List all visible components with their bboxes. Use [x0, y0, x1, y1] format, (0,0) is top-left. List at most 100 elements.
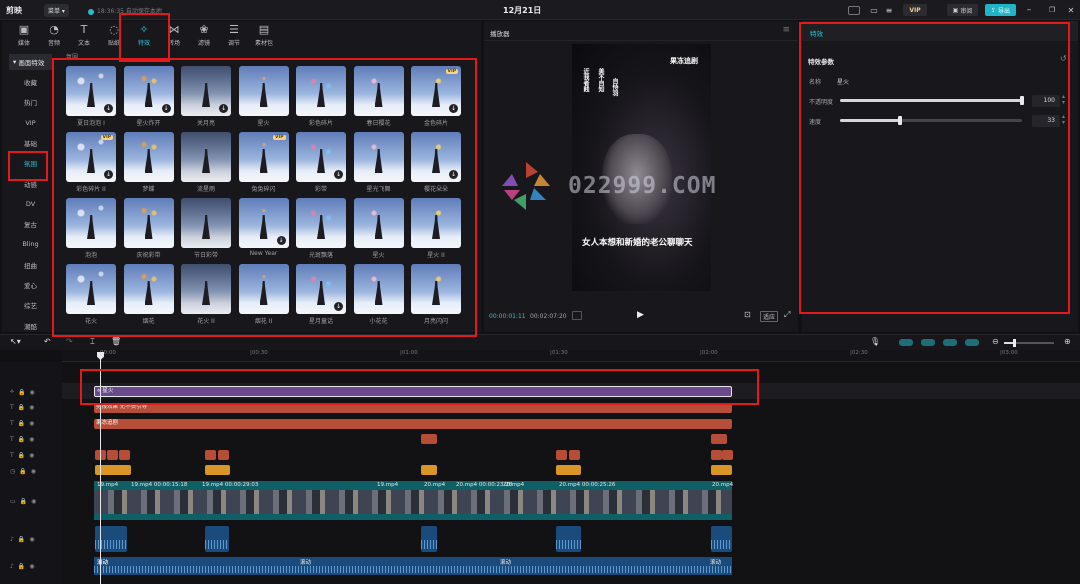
tab-adjust[interactable]: ☰ 调节 — [219, 21, 249, 49]
opacity-slider[interactable] — [840, 96, 1024, 105]
effect-thumbnail[interactable]: ↓ — [181, 66, 231, 116]
text-clip[interactable] — [569, 450, 580, 460]
visibility-icon[interactable]: ◉ — [31, 468, 36, 475]
effect-thumbnail[interactable]: VIP — [238, 132, 289, 182]
keyboard-icon[interactable] — [848, 6, 860, 15]
export-button[interactable]: ⇪ 导出 — [985, 4, 1016, 16]
lock-icon[interactable]: 🔒 — [18, 563, 25, 570]
download-icon[interactable]: ↓ — [276, 236, 286, 245]
text-clip[interactable] — [556, 450, 567, 460]
zoom-out-icon[interactable]: ⊖ — [992, 337, 999, 346]
sidebar-item[interactable]: 扭曲 — [9, 257, 52, 273]
effect-thumbnail[interactable]: ↓ — [296, 264, 346, 314]
visibility-icon[interactable]: ◉ — [31, 498, 36, 505]
visibility-icon[interactable]: ◉ — [29, 389, 34, 396]
vip-button[interactable]: VIP — [903, 4, 927, 16]
visibility-icon[interactable]: ◉ — [29, 420, 34, 427]
text-clip[interactable] — [722, 450, 733, 460]
effect-thumbnail[interactable]: ↓ — [123, 66, 174, 116]
preview-axis-icon[interactable] — [943, 339, 957, 346]
microphone-icon[interactable]: 🎙 — [870, 337, 880, 346]
effect-card[interactable]: ↓ 星月童话 — [296, 264, 346, 325]
effect-thumbnail[interactable]: ↓ — [296, 132, 346, 182]
effect-card[interactable]: 小花花 — [353, 264, 404, 325]
effect-thumbnail[interactable] — [123, 264, 174, 314]
menu-button[interactable]: 菜单 ▾ — [44, 4, 69, 17]
visibility-icon[interactable]: ◉ — [29, 404, 34, 411]
sticker-clip[interactable] — [556, 465, 581, 475]
effect-thumbnail[interactable]: VIP ↓ — [66, 132, 116, 182]
tab-media[interactable]: ▣ 媒体 — [9, 21, 39, 49]
text-clip-1[interactable]: 剪报效果 无不贵引导 — [94, 403, 732, 413]
video-clip-thumbnails[interactable] — [94, 490, 732, 514]
timecode-toggle-icon[interactable] — [572, 311, 582, 320]
redo-icon[interactable]: ↷ — [66, 337, 73, 346]
effect-thumbnail[interactable]: ↓ — [411, 132, 461, 182]
effect-thumbnail[interactable] — [181, 198, 231, 248]
visibility-icon[interactable]: ◉ — [29, 436, 34, 443]
download-icon[interactable]: ↓ — [449, 170, 458, 179]
speed-stepper-icon[interactable]: ▴ ▾ — [1062, 114, 1065, 126]
sidebar-item[interactable]: 动感 — [9, 176, 52, 192]
effect-card[interactable]: 星光飞舞 — [353, 132, 404, 193]
effect-card[interactable]: ↓ 夏日泡泡 I — [66, 66, 116, 127]
fullscreen-icon[interactable]: ⤢ — [784, 310, 790, 320]
lock-icon[interactable]: 🔒 — [18, 420, 25, 427]
text-clip[interactable] — [711, 450, 722, 460]
download-icon[interactable]: ↓ — [219, 104, 228, 113]
download-icon[interactable]: ↓ — [449, 104, 458, 113]
tab-sticker[interactable]: ◌ 贴纸 — [99, 21, 129, 49]
lock-icon[interactable]: 🔒 — [19, 468, 26, 475]
zoom-slider-handle[interactable] — [1013, 339, 1016, 347]
effect-thumbnail[interactable] — [123, 132, 174, 182]
effect-card[interactable]: 泡泡 — [66, 198, 116, 259]
speed-input[interactable]: 33 — [1032, 115, 1060, 127]
effect-thumbnail[interactable] — [66, 198, 116, 248]
effect-thumbnail[interactable] — [238, 66, 289, 116]
text-clip[interactable] — [119, 450, 130, 460]
text-clip[interactable] — [711, 434, 727, 444]
effect-card[interactable]: 花火 — [66, 264, 116, 325]
tab-transition[interactable]: ⋈ 转场 — [159, 21, 189, 49]
effect-thumbnail[interactable] — [353, 198, 404, 248]
sidebar-item[interactable]: 收藏 — [9, 74, 52, 90]
effect-card[interactable]: 彩色碎片 — [296, 66, 346, 127]
effect-card[interactable]: 春日樱花 — [353, 66, 404, 127]
link-toggle-icon[interactable] — [899, 339, 913, 346]
tab-effects[interactable]: ✧ 特效 — [129, 21, 159, 49]
sidebar-item[interactable]: 复古 — [9, 216, 52, 232]
more-icon[interactable]: ≡ — [884, 4, 894, 16]
effect-thumbnail[interactable] — [181, 264, 231, 314]
effect-clip[interactable]: ⟡ 星火 — [94, 386, 732, 397]
opacity-stepper-icon[interactable]: ▴ ▾ — [1062, 94, 1065, 106]
effect-thumbnail[interactable] — [353, 66, 404, 116]
tab-text[interactable]: T 文本 — [69, 21, 99, 49]
effect-card[interactable]: VIP 兔兔碎闪 — [238, 132, 289, 193]
download-icon[interactable]: ↓ — [161, 104, 171, 113]
sidebar-item[interactable]: 基础 — [9, 135, 52, 151]
lock-icon[interactable]: 🔒 — [18, 404, 25, 411]
close-icon[interactable]: ✕ — [1066, 4, 1076, 16]
visibility-icon[interactable]: ◉ — [29, 563, 34, 570]
sidebar-item[interactable]: DV — [9, 196, 52, 212]
tab-filter[interactable]: ❀ 滤镜 — [189, 21, 219, 49]
effect-card[interactable]: 星火 II — [411, 198, 461, 259]
effect-panel-title[interactable]: 特效 — [810, 28, 823, 38]
sidebar-item[interactable]: Bling — [9, 236, 52, 252]
download-icon[interactable]: ↓ — [104, 104, 113, 113]
speed-slider[interactable] — [840, 116, 1022, 125]
effect-thumbnail[interactable] — [296, 198, 346, 248]
text-clip[interactable] — [421, 434, 437, 444]
effect-card[interactable]: ↓ 关月亮 — [181, 66, 231, 127]
download-icon[interactable]: ↓ — [334, 170, 343, 179]
select-tool-icon[interactable]: ↖▾ — [10, 337, 21, 346]
text-clip-2[interactable]: 果冻追剧 — [94, 419, 732, 429]
snap-toggle-icon[interactable] — [921, 339, 935, 346]
split-icon[interactable]: ⌶ — [90, 337, 95, 347]
text-clip[interactable] — [107, 450, 118, 460]
lock-icon[interactable]: 🔒 — [18, 452, 25, 459]
effect-card[interactable]: 烟花 — [123, 264, 174, 325]
minimize-icon[interactable]: – — [1024, 4, 1034, 16]
tab-package[interactable]: ▤ 素材包 — [249, 21, 279, 49]
sticker-clip[interactable] — [205, 465, 230, 475]
